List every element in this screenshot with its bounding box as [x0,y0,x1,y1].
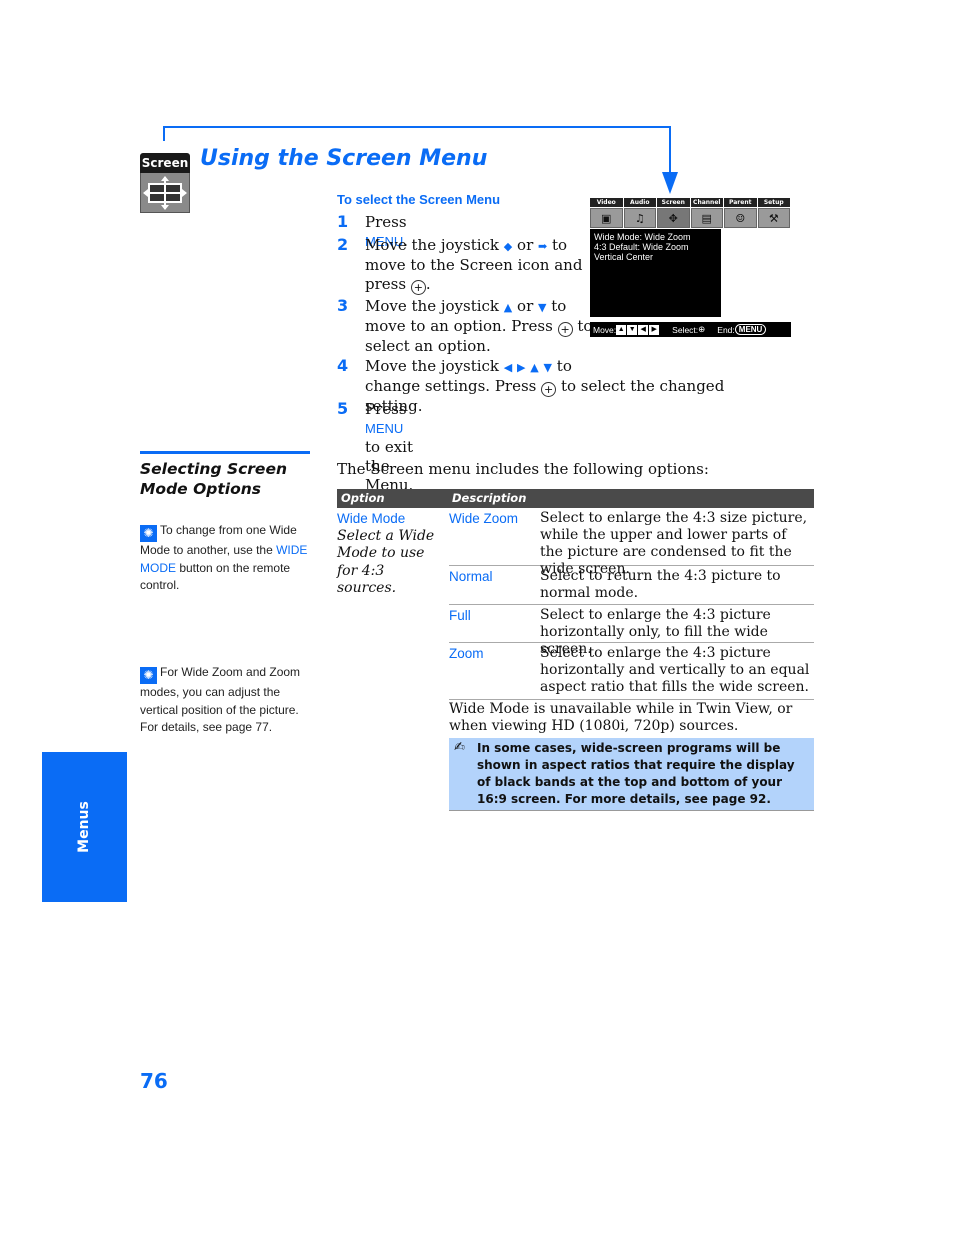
audio-icon: ♫ [623,208,656,228]
tv-menu-screen: Wide Mode: Wide Zoom 4:3 Default: Wide Z… [590,229,721,317]
lightbulb-icon: ✺ [140,525,157,542]
channel-icon: ▤ [690,208,723,228]
left-key-icon: ◀ [638,324,649,335]
column-header-description: Description [452,491,527,505]
step-number: 3 [337,296,349,315]
section-title: Selecting Screen Mode Options [140,460,287,498]
pencil-note-icon: ✍ [454,740,465,755]
page-number: 76 [140,1069,168,1093]
tv-menu-screenshot: Video Audio Screen Channel Parent Setup … [590,198,791,338]
page-title: Using the Screen Menu [200,146,488,171]
step-number: 1 [337,212,349,231]
tv-screen-line: Wide Mode: Wide Zoom [594,232,691,242]
steps-heading: To select the Screen Menu [337,192,501,207]
connector-line-right [669,126,671,176]
parent-icon: ☺ [724,208,757,228]
tv-tab-channel: Channel [690,198,723,207]
arrow-down-icon: ▼ [538,301,547,314]
menu-key: MENU [365,421,404,436]
setting-name: Full [449,608,471,623]
option-cell: Wide Mode Select a Wide Mode to use for … [337,510,442,598]
unavailable-note: Wide Mode is unavailable while in Twin V… [449,701,793,734]
arrow-right-icon: ▶ [517,361,526,374]
tv-screen-line: 4:3 Default: Wide Zoom [594,242,689,252]
arrow-down-icon [662,172,678,194]
arrow-down-icon: ▼ [543,361,553,374]
option-description: Select a Wide Mode to use for 4:3 source… [337,527,435,597]
tv-tab-video: Video [590,198,623,207]
menu-key-icon: MENU [734,324,767,335]
step-number: 4 [337,356,349,375]
lightbulb-icon: ✺ [140,667,157,684]
section-rule [140,451,310,454]
setting-name: Normal [449,569,493,584]
step-number: 2 [337,235,349,254]
tv-screen-line: Vertical Center [594,252,654,262]
table-header: Option Description [337,489,814,508]
option-name: Wide Mode [337,511,406,526]
section-intro: The Screen menu includes the following o… [337,460,709,478]
tv-menu-bottom-bar: Move: ▲ ▼ ◀ ▶ Select: ⊕ End: MENU [590,322,791,337]
setting-description: Select to return the 4:3 picture to norm… [540,568,781,601]
joystick-press-icon: + [541,382,557,397]
setting-name: Wide Zoom [449,511,519,526]
step-number: 5 [337,399,349,418]
arrow-left-icon: ◀ [503,361,513,374]
up-key-icon: ▲ [616,324,627,335]
screen-menu-icon: Screen [140,153,190,213]
note-box: ✍ In some cases, wide-screen programs wi… [449,738,814,811]
table-row: Zoom Select to enlarge the 4:3 picture h… [449,643,814,700]
setting-name: Zoom [449,646,484,661]
tv-tab-setup: Setup [757,198,790,207]
tv-menu-icons: ▣ ♫ ✥ ▤ ☺ ⚒ [590,208,791,228]
select-key-icon: ⊕ [698,324,706,334]
tip-2: ✺ For Wide Zoom and Zoom modes, you can a… [140,665,301,734]
joystick-press-icon: + [410,280,426,295]
screen-icon: ✥ [657,208,690,228]
note-text: In some cases, wide-screen programs will… [477,741,795,806]
tv-tab-audio: Audio [623,198,656,207]
arrow-left-icon: ◆ [503,240,513,253]
screen-icon-label: Screen [140,153,190,173]
connector-line [163,126,671,128]
table-row: Full Select to enlarge the 4:3 picture h… [449,605,814,657]
tv-tab-screen: Screen [657,198,690,207]
setup-icon: ⚒ [757,208,790,228]
tv-tab-parent: Parent [724,198,757,207]
arrow-up-icon: ▲ [530,361,539,374]
video-icon: ▣ [590,208,623,228]
joystick-press-icon: + [557,322,573,337]
down-key-icon: ▼ [627,324,638,335]
side-tab: Menus [42,752,127,902]
tip-1: ✺ To change from one Wide Mode to another… [140,523,308,592]
arrow-right-icon: ➡ [538,240,548,253]
table-row: Wide Zoom Select to enlarge the 4:3 size… [449,510,814,577]
right-key-icon: ▶ [649,324,660,335]
table-row: Normal Select to return the 4:3 picture … [449,566,814,605]
column-header-option: Option [341,491,385,505]
setting-description: Select to enlarge the 4:3 picture horizo… [540,645,810,695]
connector-line-left [163,127,165,141]
options-table: Option Description Wide Mode Select a Wi… [337,489,814,811]
screen-resize-icon [140,173,190,213]
arrow-up-icon: ▲ [503,301,513,314]
side-tab-label: Menus [76,801,92,853]
tv-menu-tabs: Video Audio Screen Channel Parent Setup [590,198,791,207]
